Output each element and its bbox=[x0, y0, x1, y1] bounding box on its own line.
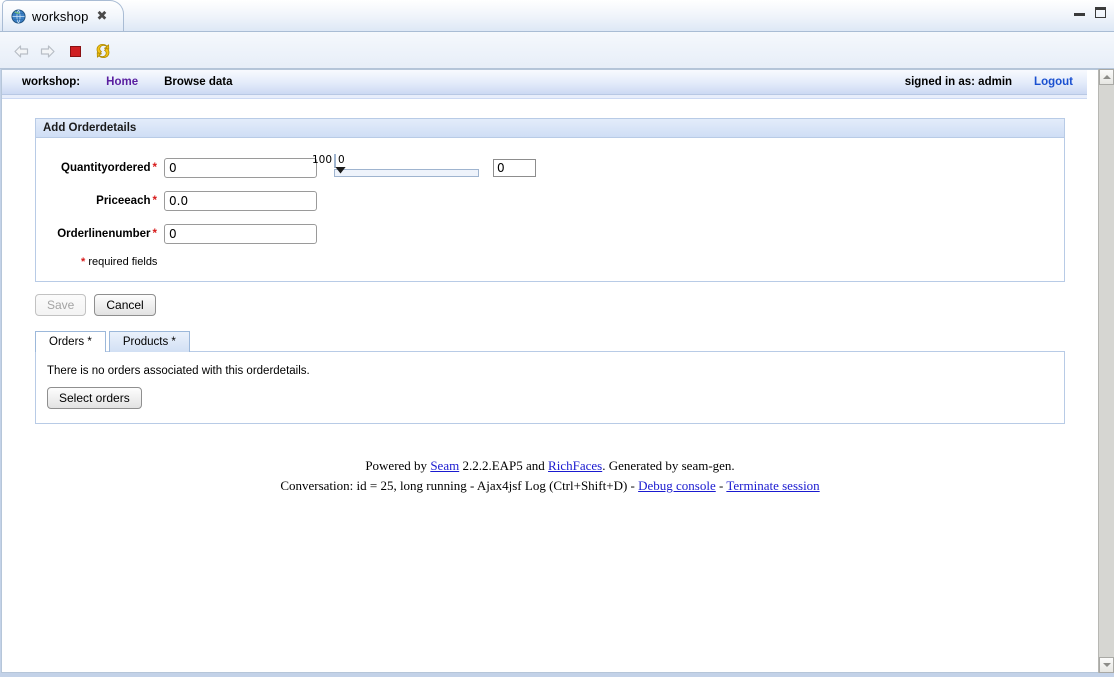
label-orderlinenumber-text: Orderlinenumber bbox=[57, 228, 150, 240]
required-note-text: required fields bbox=[85, 256, 157, 268]
required-marker: * bbox=[153, 162, 157, 174]
page-content: Add Orderdetails Quantityordered* 0 bbox=[2, 99, 1087, 496]
input-priceeach[interactable] bbox=[164, 191, 317, 211]
input-quantityordered[interactable] bbox=[164, 158, 317, 178]
logout-link[interactable]: Logout bbox=[1034, 76, 1073, 88]
slider-min-label: 0 bbox=[338, 154, 345, 166]
panel-body: Quantityordered* 0 100 bbox=[36, 138, 1064, 281]
debug-console-link[interactable]: Debug console bbox=[638, 478, 716, 493]
forward-arrow-icon[interactable] bbox=[38, 42, 56, 60]
window-controls bbox=[1074, 7, 1106, 18]
tab-orders[interactable]: Orders * bbox=[35, 331, 106, 352]
label-quantityordered-text: Quantityordered bbox=[61, 162, 150, 174]
minimize-icon[interactable] bbox=[1074, 9, 1085, 16]
eclipse-shell: workshop ✖ http bbox=[0, 0, 1114, 677]
vertical-scrollbar[interactable] bbox=[1098, 69, 1114, 673]
footer-conversation-mid: - bbox=[716, 478, 727, 493]
slider-max-label: 100 bbox=[312, 154, 332, 166]
seam-link[interactable]: Seam bbox=[430, 458, 459, 473]
browser-toolbar: http://localhost:8080/workshop/Orderdeta… bbox=[0, 32, 1114, 69]
window-bottom-edge bbox=[0, 673, 1114, 677]
editor-tab-workshop[interactable]: workshop ✖ bbox=[2, 0, 124, 31]
quantity-slider[interactable]: 0 100 bbox=[334, 154, 479, 182]
signed-in-label: signed in as: admin bbox=[905, 76, 1012, 88]
footer-conversation-pre: Conversation: id = 25, long running - Aj… bbox=[280, 478, 638, 493]
tab-body-orders: There is no orders associated with this … bbox=[35, 351, 1065, 424]
label-orderlinenumber: Orderlinenumber* bbox=[36, 228, 164, 240]
nav-link-browse-data[interactable]: Browse data bbox=[164, 76, 232, 88]
app-brand: workshop: bbox=[22, 76, 80, 88]
form-button-bar: Save Cancel bbox=[35, 294, 1087, 316]
related-entities-tabpanel: Orders * Products * There is no orders a… bbox=[35, 331, 1065, 424]
footer-powered-pre: Powered by bbox=[365, 458, 430, 473]
footer-powered-post: . Generated by seam-gen. bbox=[602, 458, 734, 473]
refresh-icon[interactable] bbox=[94, 42, 112, 60]
nav-link-home[interactable]: Home bbox=[106, 76, 138, 88]
slider-track[interactable] bbox=[334, 169, 479, 177]
label-priceeach: Priceeach* bbox=[36, 195, 164, 207]
required-marker: * bbox=[153, 228, 157, 240]
required-fields-note: * required fields bbox=[81, 256, 1064, 268]
page-footer: Powered by Seam 2.2.2.EAP5 and RichFaces… bbox=[35, 456, 1065, 496]
save-button[interactable]: Save bbox=[35, 294, 86, 316]
editor-tabstrip: workshop ✖ bbox=[0, 0, 1114, 32]
back-arrow-icon[interactable] bbox=[12, 42, 30, 60]
terminate-session-link[interactable]: Terminate session bbox=[726, 478, 819, 493]
tab-products[interactable]: Products * bbox=[109, 331, 190, 352]
tab-headers: Orders * Products * bbox=[35, 331, 1065, 352]
input-orderlinenumber[interactable] bbox=[164, 224, 317, 244]
scroll-up-icon[interactable] bbox=[1099, 69, 1114, 85]
form-row-quantityordered: Quantityordered* 0 100 bbox=[36, 151, 1064, 184]
maximize-icon[interactable] bbox=[1095, 7, 1106, 18]
stop-icon[interactable] bbox=[66, 42, 84, 60]
label-quantityordered: Quantityordered* bbox=[36, 162, 164, 174]
footer-line-powered-by: Powered by Seam 2.2.2.EAP5 and RichFaces… bbox=[35, 456, 1065, 476]
slider-scale: 0 100 bbox=[334, 154, 336, 168]
web-page: workshop: Home Browse data signed in as:… bbox=[2, 70, 1087, 496]
panel-header: Add Orderdetails bbox=[36, 119, 1064, 138]
richfaces-link[interactable]: RichFaces bbox=[548, 458, 602, 473]
tab-empty-message: There is no orders associated with this … bbox=[47, 365, 1064, 377]
select-orders-button[interactable]: Select orders bbox=[47, 387, 142, 409]
page-viewport: workshop: Home Browse data signed in as:… bbox=[1, 69, 1099, 673]
app-nav-right: signed in as: admin Logout bbox=[905, 76, 1073, 88]
footer-powered-mid: 2.2.2.EAP5 and bbox=[459, 458, 548, 473]
form-row-priceeach: Priceeach* bbox=[36, 184, 1064, 217]
panel-title: Add Orderdetails bbox=[43, 122, 136, 134]
app-nav-bar: workshop: Home Browse data signed in as:… bbox=[2, 70, 1087, 95]
cancel-button[interactable]: Cancel bbox=[94, 294, 155, 316]
form-row-orderlinenumber: Orderlinenumber* bbox=[36, 217, 1064, 250]
footer-line-conversation: Conversation: id = 25, long running - Aj… bbox=[35, 476, 1065, 496]
slider-value-input[interactable] bbox=[493, 159, 536, 177]
editor-tab-label: workshop bbox=[32, 9, 88, 24]
close-icon[interactable]: ✖ bbox=[96, 10, 107, 23]
scroll-down-icon[interactable] bbox=[1099, 657, 1114, 673]
label-priceeach-text: Priceeach bbox=[96, 195, 150, 207]
required-marker: * bbox=[153, 195, 157, 207]
add-orderdetails-panel: Add Orderdetails Quantityordered* 0 bbox=[35, 118, 1065, 282]
globe-icon bbox=[11, 9, 26, 24]
